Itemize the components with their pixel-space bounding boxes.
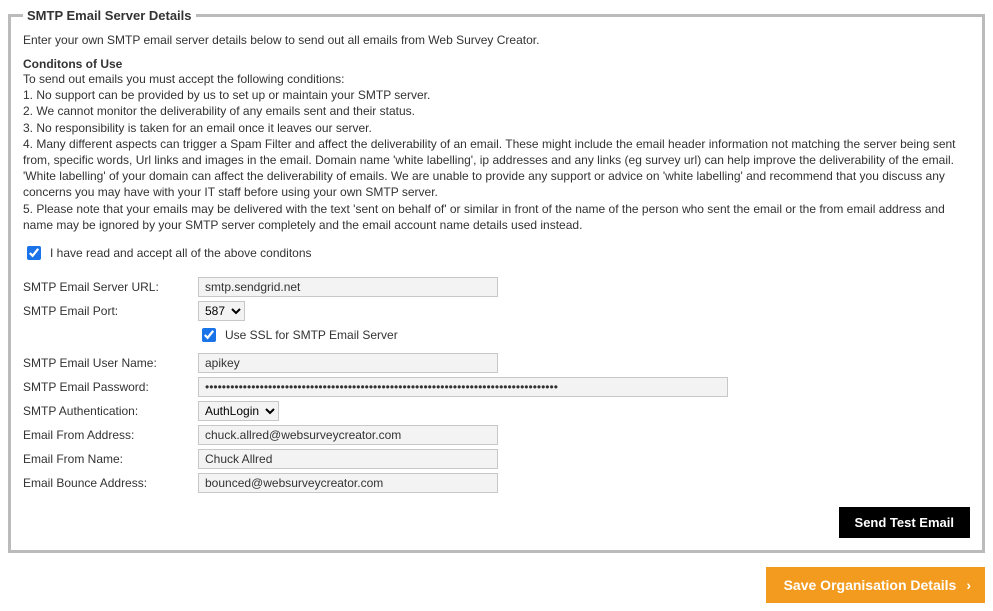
conditions-line: 1. No support can be provided by us to s… bbox=[23, 87, 970, 103]
port-select[interactable]: 587 bbox=[198, 301, 245, 321]
save-organisation-label: Save Organisation Details bbox=[784, 577, 957, 593]
from-name-label: Email From Name: bbox=[23, 452, 198, 466]
panel-legend: SMTP Email Server Details bbox=[23, 8, 196, 23]
send-test-button[interactable]: Send Test Email bbox=[839, 507, 970, 538]
user-input[interactable] bbox=[198, 353, 498, 373]
from-addr-input[interactable] bbox=[198, 425, 498, 445]
auth-label: SMTP Authentication: bbox=[23, 404, 198, 418]
chevron-right-icon: › bbox=[966, 578, 971, 592]
ssl-label: Use SSL for SMTP Email Server bbox=[225, 328, 398, 342]
conditions-text: To send out emails you must accept the f… bbox=[23, 71, 970, 233]
conditions-line: 5. Please note that your emails may be d… bbox=[23, 201, 970, 233]
bounce-input[interactable] bbox=[198, 473, 498, 493]
conditions-line: To send out emails you must accept the f… bbox=[23, 71, 970, 87]
accept-checkbox[interactable] bbox=[27, 246, 41, 260]
conditions-title: Conditons of Use bbox=[23, 57, 970, 71]
port-label: SMTP Email Port: bbox=[23, 304, 198, 318]
bounce-label: Email Bounce Address: bbox=[23, 476, 198, 490]
password-input[interactable] bbox=[198, 377, 728, 397]
auth-select[interactable]: AuthLogin bbox=[198, 401, 279, 421]
server-url-input[interactable] bbox=[198, 277, 498, 297]
server-url-label: SMTP Email Server URL: bbox=[23, 280, 198, 294]
smtp-panel: SMTP Email Server Details Enter your own… bbox=[8, 8, 985, 553]
conditions-line: 4. Many different aspects can trigger a … bbox=[23, 136, 970, 201]
ssl-checkbox[interactable] bbox=[202, 328, 216, 342]
intro-text: Enter your own SMTP email server details… bbox=[23, 33, 970, 47]
password-label: SMTP Email Password: bbox=[23, 380, 198, 394]
from-name-input[interactable] bbox=[198, 449, 498, 469]
conditions-line: 2. We cannot monitor the deliverability … bbox=[23, 103, 970, 119]
user-label: SMTP Email User Name: bbox=[23, 356, 198, 370]
conditions-line: 3. No responsibility is taken for an ema… bbox=[23, 120, 970, 136]
accept-label: I have read and accept all of the above … bbox=[50, 246, 312, 260]
from-addr-label: Email From Address: bbox=[23, 428, 198, 442]
save-organisation-button[interactable]: Save Organisation Details › bbox=[766, 567, 985, 603]
